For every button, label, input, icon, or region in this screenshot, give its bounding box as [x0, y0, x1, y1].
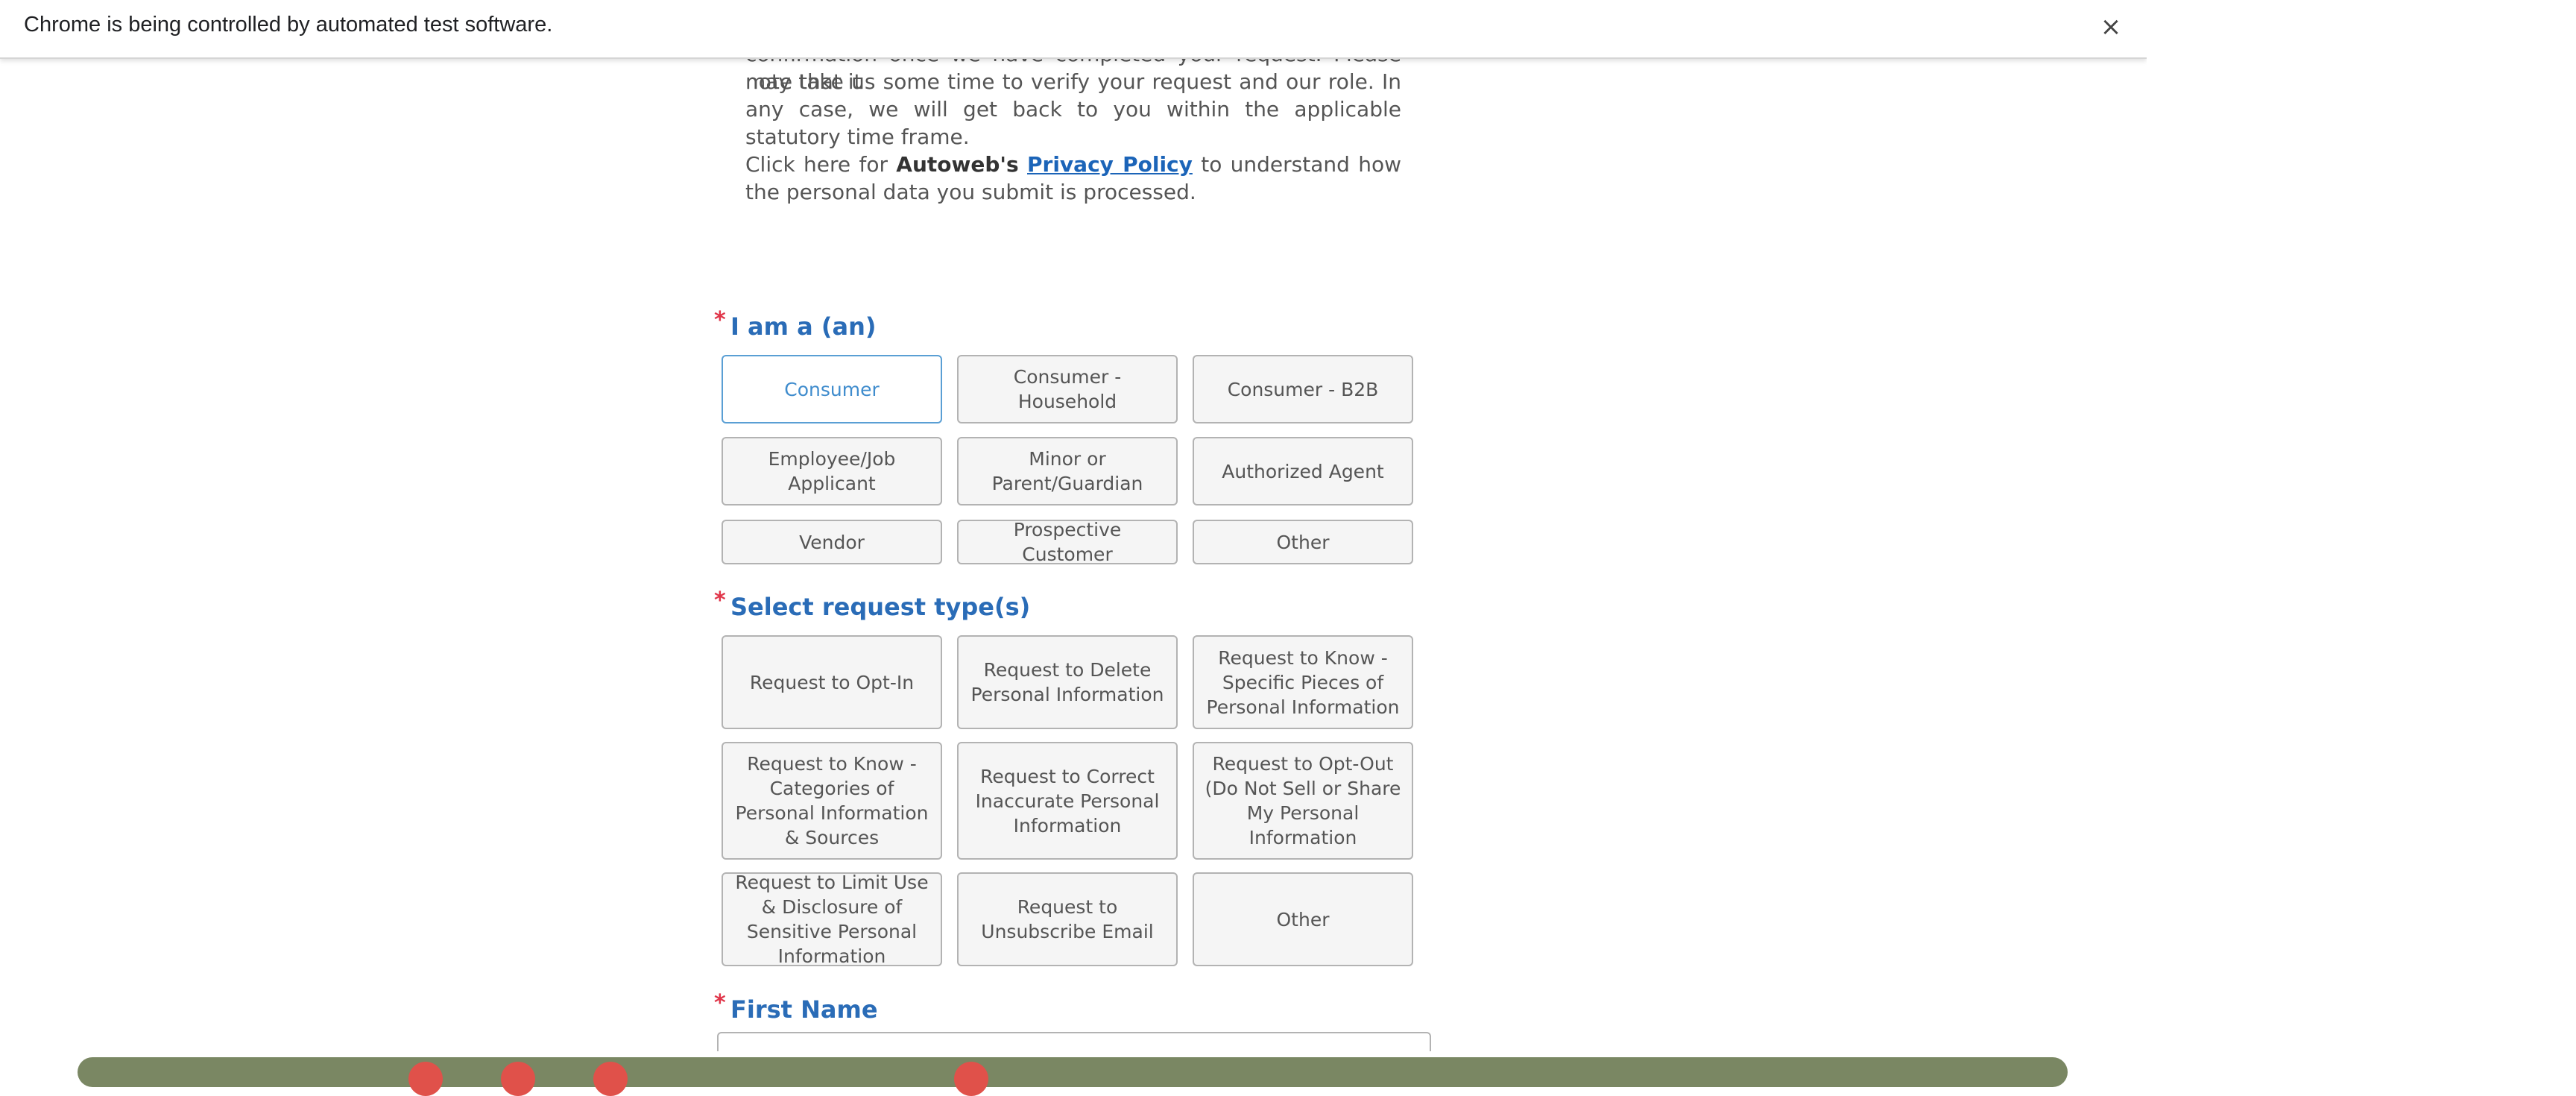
browser-page: Chrome is being controlled by automated …: [0, 0, 2147, 1051]
request-option-opt-in[interactable]: Request to Opt-In: [722, 635, 942, 729]
request-option-correct[interactable]: Request to Correct Inaccurate Personal I…: [957, 742, 1178, 860]
role-option-vendor[interactable]: Vendor: [722, 520, 942, 564]
dock-app-icon[interactable]: [954, 1062, 988, 1096]
required-marker: *: [714, 588, 726, 614]
request-option-delete[interactable]: Request to Delete Personal Information: [957, 635, 1178, 729]
role-option-consumer-b2b[interactable]: Consumer - B2B: [1193, 355, 1413, 423]
required-marker: *: [714, 990, 726, 1016]
request-option-other[interactable]: Other: [1193, 872, 1413, 966]
dock-app-icon[interactable]: [593, 1062, 628, 1096]
request-option-know-categories[interactable]: Request to Know - Categories of Personal…: [722, 742, 942, 860]
role-section-label: I am a (an): [730, 312, 877, 341]
privacy-policy-link[interactable]: Privacy Policy: [1027, 152, 1193, 177]
role-option-minor-guardian[interactable]: Minor or Parent/Guardian: [957, 437, 1178, 506]
request-option-know-specific[interactable]: Request to Know - Specific Pieces of Per…: [1193, 635, 1413, 729]
request-section-label: Select request type(s): [730, 593, 1031, 621]
infobar-message: Chrome is being controlled by automated …: [24, 13, 553, 37]
dock-app-icon[interactable]: [408, 1062, 443, 1096]
request-option-opt-out[interactable]: Request to Opt-Out (Do Not Sell or Share…: [1193, 742, 1413, 860]
automation-infobar: Chrome is being controlled by automated …: [0, 0, 2147, 59]
request-option-unsubscribe[interactable]: Request to Unsubscribe Email: [957, 872, 1178, 966]
intro-verify-paragraph: may take us some time to verify your req…: [745, 69, 1401, 149]
first-name-label: First Name: [730, 995, 878, 1024]
desktop-dock: [78, 1057, 2068, 1087]
first-name-input[interactable]: [717, 1032, 1431, 1051]
role-option-other[interactable]: Other: [1193, 520, 1413, 564]
role-option-employee[interactable]: Employee/Job Applicant: [722, 437, 942, 506]
role-option-prospective-customer[interactable]: Prospective Customer: [957, 519, 1178, 565]
role-option-consumer-household[interactable]: Consumer - Household: [957, 355, 1178, 423]
request-option-limit-use[interactable]: Request to Limit Use & Disclosure of Sen…: [722, 872, 942, 967]
company-name: Autoweb's: [896, 152, 1019, 177]
role-option-authorized-agent[interactable]: Authorized Agent: [1193, 437, 1413, 506]
close-icon[interactable]: ×: [2092, 7, 2130, 46]
privacy-paragraph: Click here for Autoweb's Privacy Policy …: [745, 152, 1402, 204]
dock-app-icon[interactable]: [501, 1062, 535, 1096]
role-option-consumer[interactable]: Consumer: [722, 355, 942, 423]
required-marker: *: [714, 307, 726, 333]
